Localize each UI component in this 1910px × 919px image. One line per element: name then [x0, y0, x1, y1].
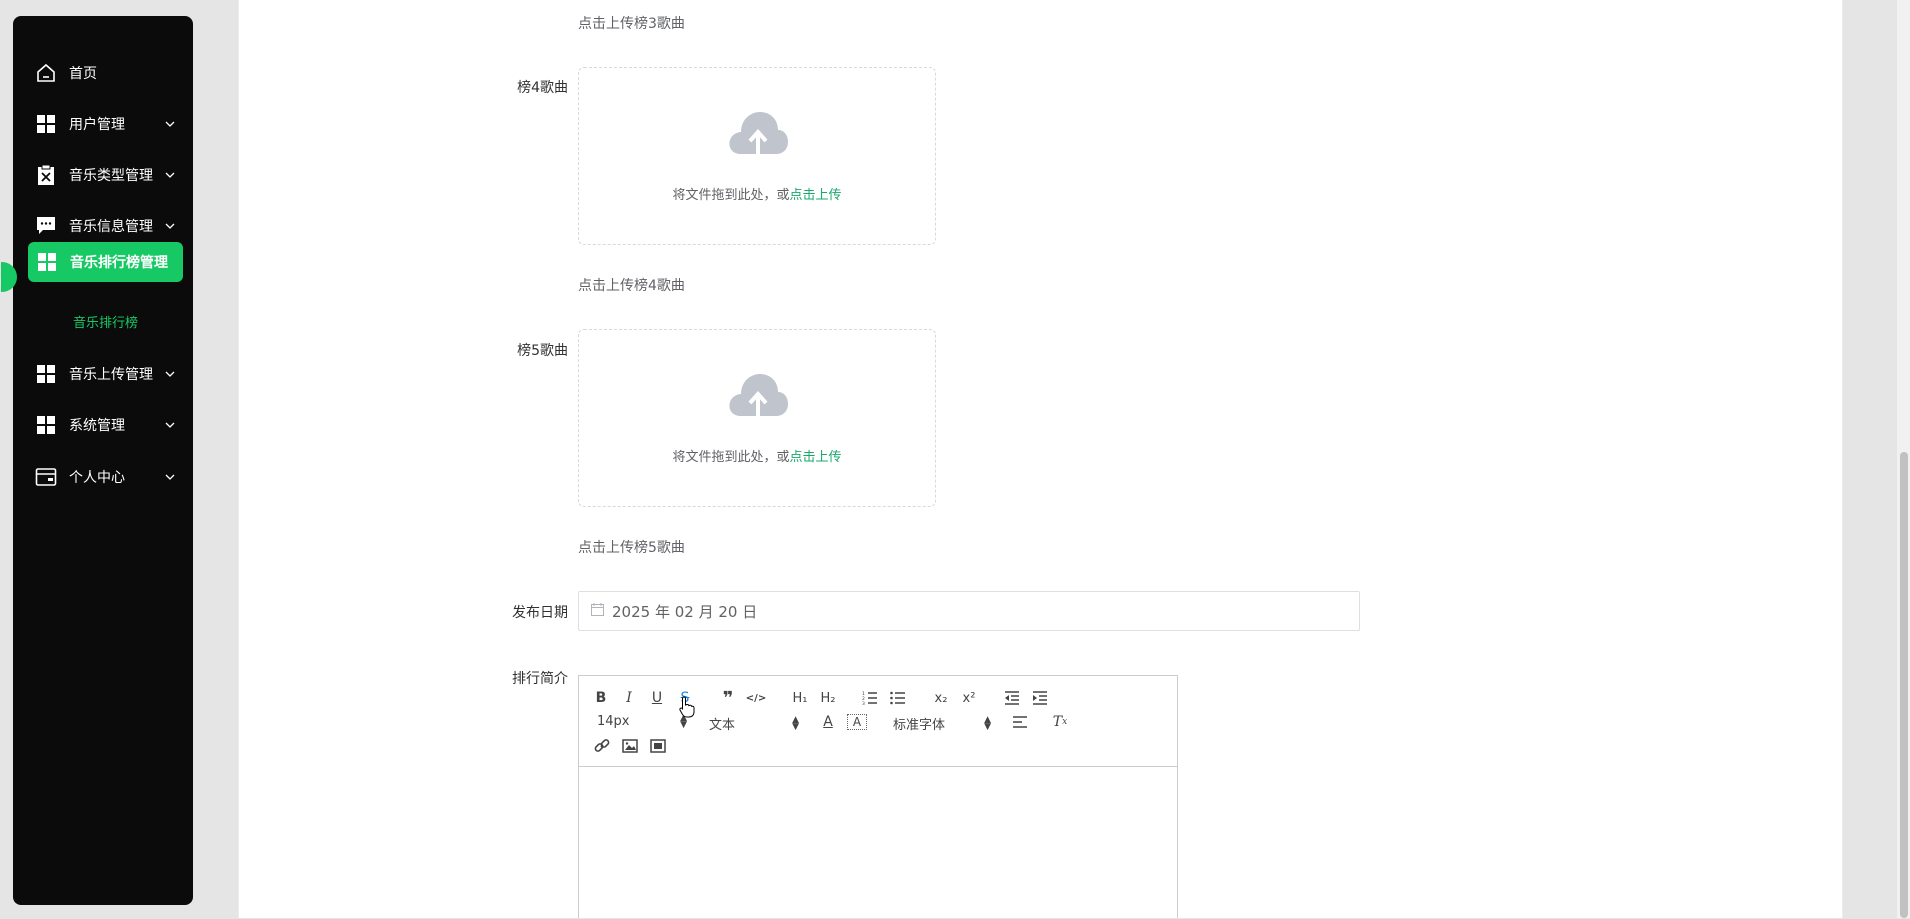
rich-text-editor: B I U S ❞ </> H₁ H₂ 123 x₂ x² 14px▲▼ 文本▲… [578, 675, 1178, 918]
paragraph-select[interactable]: 文本 ▲ ▼ [709, 714, 799, 733]
image-icon[interactable] [621, 736, 639, 756]
editor-content-area[interactable] [579, 767, 1177, 919]
field-label-intro: 排行简介 [512, 671, 568, 687]
chevron-down-icon [163, 172, 177, 178]
underline-icon[interactable]: U [649, 688, 665, 708]
sidebar-item-home[interactable]: 首页 [27, 53, 183, 93]
sidebar: 首页 用户管理 音乐类型管理 音乐信息管理 音乐排行榜管理 音乐排行榜 音乐上传… [1, 16, 193, 905]
chevron-down-icon [163, 474, 177, 480]
sidebar-item-label: 系统管理 [69, 418, 125, 434]
indent-icon[interactable] [1031, 688, 1049, 708]
cloud-upload-icon [727, 372, 789, 422]
sidebar-item-label: 音乐排行榜管理 [70, 255, 168, 271]
video-icon[interactable] [649, 736, 667, 756]
scrollbar-thumb[interactable] [1900, 452, 1908, 918]
sidebar-item-label: 个人中心 [69, 470, 125, 486]
sidebar-item-label: 音乐上传管理 [69, 367, 153, 383]
sidebar-item-system[interactable]: 系统管理 [27, 405, 183, 445]
upload-dropzone-rank5[interactable]: 将文件拖到此处，或点击上传 [578, 329, 936, 507]
chevron-down-icon [163, 371, 177, 377]
blockquote-icon[interactable]: ❞ [719, 688, 737, 709]
font-size-select[interactable]: 14px ▲ ▼ [597, 713, 687, 729]
home-icon [35, 62, 57, 84]
sidebar-item-label: 音乐信息管理 [69, 219, 153, 235]
field-label-date: 发布日期 [512, 605, 568, 621]
grid-icon [36, 251, 58, 273]
cloud-upload-icon [727, 110, 789, 160]
sidebar-item-music-info[interactable]: 音乐信息管理 [27, 206, 183, 246]
italic-icon[interactable]: I [621, 688, 637, 708]
subscript-icon[interactable]: x₂ [931, 688, 951, 708]
grid-icon [35, 363, 57, 385]
field-label-rank5: 榜5歌曲 [517, 343, 568, 359]
upload-link[interactable]: 点击上传 [790, 450, 842, 465]
bold-icon[interactable]: B [593, 688, 609, 708]
chevron-down-icon [163, 223, 177, 229]
grid-icon [35, 414, 57, 436]
sidebar-item-label: 音乐类型管理 [69, 168, 153, 184]
upload-hint-5: 点击上传榜5歌曲 [578, 540, 685, 556]
code-icon[interactable]: </> [746, 688, 766, 708]
editor-toolbar: B I U S ❞ </> H₁ H₂ 123 x₂ x² 14px▲▼ 文本▲… [579, 676, 1177, 767]
upload-text: 将文件拖到此处，或点击上传 [672, 188, 842, 203]
svg-text:3: 3 [862, 701, 865, 705]
heading2-icon[interactable]: H₂ [817, 688, 839, 708]
outdent-icon[interactable] [1003, 688, 1021, 708]
grid-icon [35, 113, 57, 135]
upload-text: 将文件拖到此处，或点击上传 [672, 450, 842, 465]
chevron-down-icon [163, 422, 177, 428]
sidebar-item-profile[interactable]: 个人中心 [27, 457, 183, 497]
submenu-item-music-ranking[interactable]: 音乐排行榜 [73, 312, 138, 331]
wallet-icon [35, 466, 57, 488]
upload-dropzone-rank4[interactable]: 将文件拖到此处，或点击上传 [578, 67, 936, 245]
chevron-down-icon [163, 121, 177, 127]
sidebar-item-music-types[interactable]: 音乐类型管理 [27, 155, 183, 195]
field-label-rank4: 榜4歌曲 [517, 80, 568, 96]
sidebar-item-music-upload[interactable]: 音乐上传管理 [27, 354, 183, 394]
upload-hint-3: 点击上传榜3歌曲 [578, 16, 685, 32]
calendar-icon [591, 602, 604, 620]
sidebar-item-label: 用户管理 [69, 117, 125, 133]
font-color-icon[interactable]: A [819, 712, 837, 732]
background-color-icon[interactable]: A [847, 714, 867, 730]
link-icon[interactable] [593, 736, 611, 756]
ordered-list-icon[interactable]: 123 [861, 688, 879, 708]
date-value: 2025 年 02 月 20 日 [612, 602, 758, 621]
date-picker-input[interactable]: 2025 年 02 月 20 日 [578, 591, 1360, 631]
clipboard-x-icon [35, 164, 57, 186]
upload-link[interactable]: 点击上传 [790, 188, 842, 203]
font-family-select[interactable]: 标准字体 ▲ ▼ [893, 714, 991, 733]
message-icon [35, 215, 57, 237]
clear-format-icon[interactable]: Tx [1051, 712, 1069, 732]
upload-hint-4: 点击上传榜4歌曲 [578, 278, 685, 294]
align-icon[interactable] [1011, 712, 1029, 732]
hand-cursor-icon [679, 696, 695, 722]
sidebar-item-music-ranking[interactable]: 音乐排行榜管理 [28, 242, 183, 282]
sidebar-item-label: 首页 [69, 66, 97, 82]
sidebar-item-users[interactable]: 用户管理 [27, 104, 183, 144]
superscript-icon[interactable]: x² [959, 688, 979, 708]
active-indicator [1, 262, 17, 292]
heading1-icon[interactable]: H₁ [789, 688, 811, 708]
bullet-list-icon[interactable] [889, 688, 907, 708]
